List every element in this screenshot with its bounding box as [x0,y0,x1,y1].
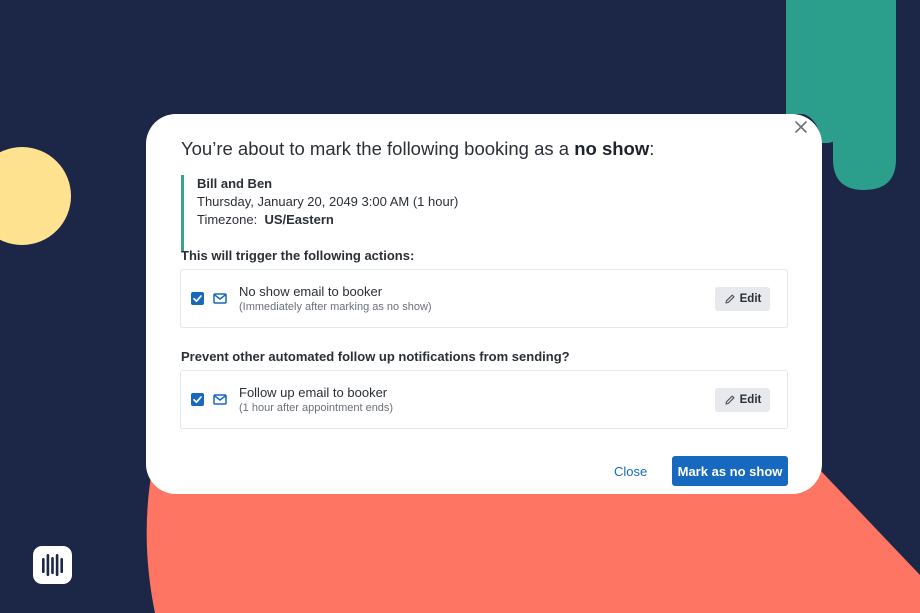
close-button[interactable]: Close [614,464,647,479]
action-item-no-show-email: No show email to booker (Immediately aft… [180,269,788,328]
pencil-icon [725,395,735,405]
yellow-circle-shape [0,147,71,245]
booking-summary: Bill and Ben Thursday, January 20, 2049 … [181,175,458,251]
title-emphasis: no show [574,138,650,159]
brand-logo [33,546,72,584]
action-item-title: Follow up email to booker [239,385,388,400]
edit-label: Edit [739,293,762,305]
prevent-notifications-label: Prevent other automated follow up notifi… [181,349,570,364]
edit-button[interactable]: Edit [715,388,770,412]
mark-as-no-show-button[interactable]: Mark as no show [672,456,788,486]
trigger-actions-label: This will trigger the following actions: [181,248,415,263]
timezone-value: US/Eastern [264,212,334,227]
close-icon[interactable] [794,120,808,134]
title-suffix: : [649,138,655,159]
edit-label: Edit [739,394,762,406]
mail-icon [213,394,227,405]
mail-icon [213,293,227,304]
action-item-title: No show email to booker [239,284,383,299]
checkbox-checked-icon[interactable] [191,292,204,305]
timezone-label: Timezone: [197,212,258,227]
action-item-subtitle: (1 hour after appointment ends) [239,402,394,414]
edit-button[interactable]: Edit [715,287,770,311]
action-item-follow-up-email: Follow up email to booker (1 hour after … [180,370,788,429]
pencil-icon [725,294,735,304]
booking-timezone: Timezone: US/Eastern [197,211,458,229]
dialog-title: You’re about to mark the following booki… [181,138,654,160]
checkbox-checked-icon[interactable] [191,393,204,406]
booking-datetime: Thursday, January 20, 2049 3:00 AM (1 ho… [197,194,459,209]
no-show-dialog: You’re about to mark the following booki… [146,114,822,494]
brand-logo-icon [42,554,63,576]
booking-name: Bill and Ben [197,176,273,191]
title-prefix: You’re about to mark the following booki… [181,138,575,159]
action-item-subtitle: (Immediately after marking as no show) [239,301,432,313]
teal-arch-shape-2 [833,0,896,190]
